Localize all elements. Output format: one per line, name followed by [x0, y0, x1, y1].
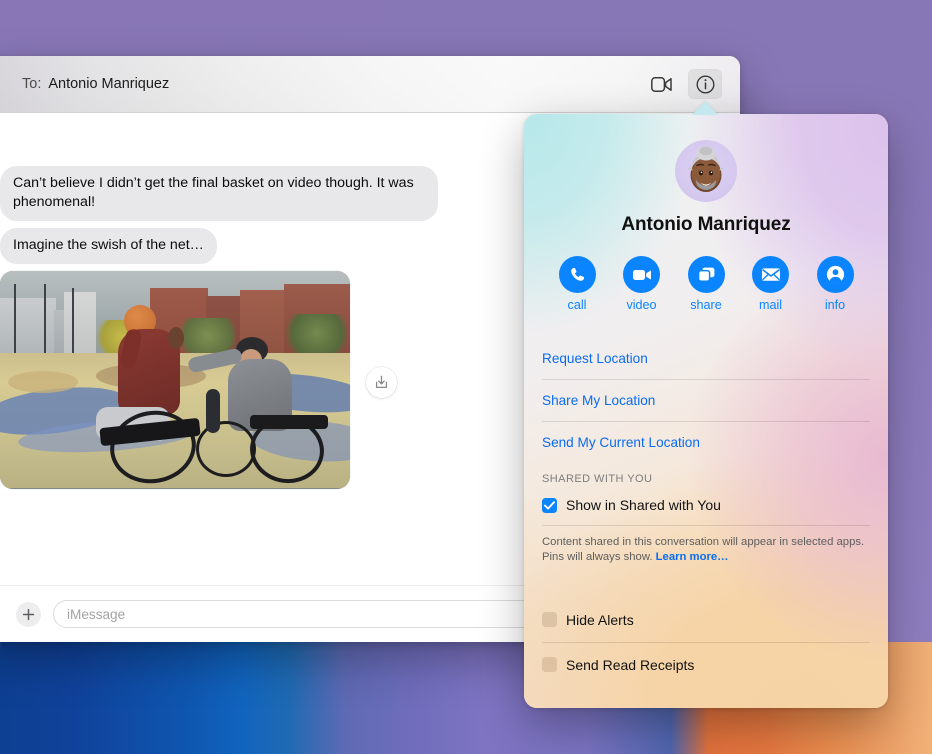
info-button[interactable]: [816, 256, 854, 293]
popover-contact-name: Antonio Manriquez: [621, 214, 791, 235]
facetime-video-button[interactable]: [644, 69, 678, 99]
download-icon: [375, 375, 388, 388]
message-bubble-incoming[interactable]: Imagine the swish of the net…: [0, 227, 217, 264]
menu-item-share-my-location[interactable]: Share My Location: [542, 380, 870, 421]
video-label: video: [626, 298, 657, 312]
send-read-receipts-checkbox[interactable]: [542, 657, 557, 673]
photo-attachment[interactable]: [0, 270, 397, 489]
show-in-shared-with-you-row[interactable]: Show in Shared with You: [542, 489, 870, 525]
popover-content: Antonio Manriquez call video share mail …: [524, 140, 888, 687]
learn-more-link[interactable]: Learn more…: [656, 551, 729, 563]
action-mail[interactable]: mail: [742, 256, 800, 312]
envelope-icon: [761, 268, 780, 281]
conversation-details-button[interactable]: [688, 69, 722, 99]
imessage-placeholder: iMessage: [67, 606, 126, 622]
hide-alerts-row[interactable]: Hide Alerts: [542, 598, 870, 642]
video-camera-icon: [650, 76, 672, 92]
contact-details-popover: Antonio Manriquez call video share mail …: [524, 114, 888, 708]
messages-toolbar: To: Antonio Manriquez: [0, 56, 740, 113]
share-label: share: [690, 298, 722, 312]
hide-alerts-checkbox[interactable]: [542, 612, 557, 628]
action-share[interactable]: share: [677, 256, 735, 312]
share-button[interactable]: [687, 256, 725, 293]
mail-label: mail: [758, 298, 783, 312]
action-call[interactable]: call: [548, 256, 606, 312]
mail-button[interactable]: [752, 256, 789, 293]
checkmark-icon: [544, 500, 555, 510]
video-camera-icon: [632, 269, 651, 280]
to-label: To:: [22, 76, 42, 92]
person-circle-icon: [826, 265, 844, 284]
send-read-receipts-label: Send Read Receipts: [566, 656, 695, 673]
shared-with-you-header: SHARED WITH YOU: [542, 473, 653, 485]
add-attachment-button[interactable]: [16, 601, 41, 627]
avatar[interactable]: [675, 140, 737, 202]
message-bubble-incoming[interactable]: Can’t believe I didn’t get the final bas…: [0, 165, 438, 221]
quick-actions: call video share mail info: [548, 256, 864, 312]
call-button[interactable]: [558, 256, 596, 293]
shared-with-you-note: Content shared in this conversation will…: [542, 526, 870, 576]
memoji-icon: [687, 146, 725, 192]
popover-arrow: [692, 101, 718, 115]
info-label: info: [824, 298, 846, 312]
call-label: call: [567, 298, 587, 312]
phone-icon: [570, 267, 584, 281]
basketball-photo[interactable]: [0, 270, 350, 489]
show-in-shared-label: Show in Shared with You: [566, 497, 721, 513]
plus-icon: [22, 608, 35, 620]
menu-item-request-location[interactable]: Request Location: [542, 338, 870, 379]
send-read-receipts-row[interactable]: Send Read Receipts: [542, 643, 870, 687]
download-attachment-button[interactable]: [366, 366, 397, 398]
info-icon: [695, 74, 715, 94]
action-info[interactable]: info: [806, 256, 864, 312]
show-in-shared-checkbox[interactable]: [542, 497, 557, 513]
video-button[interactable]: [623, 256, 660, 293]
hide-alerts-label: Hide Alerts: [566, 611, 634, 628]
menu-item-send-current-location[interactable]: Send My Current Location: [542, 422, 870, 463]
recipient-name: Antonio Manriquez: [48, 76, 170, 92]
action-video[interactable]: video: [613, 256, 671, 312]
toolbar-actions: [644, 69, 722, 99]
share-screen-icon: [697, 267, 714, 282]
